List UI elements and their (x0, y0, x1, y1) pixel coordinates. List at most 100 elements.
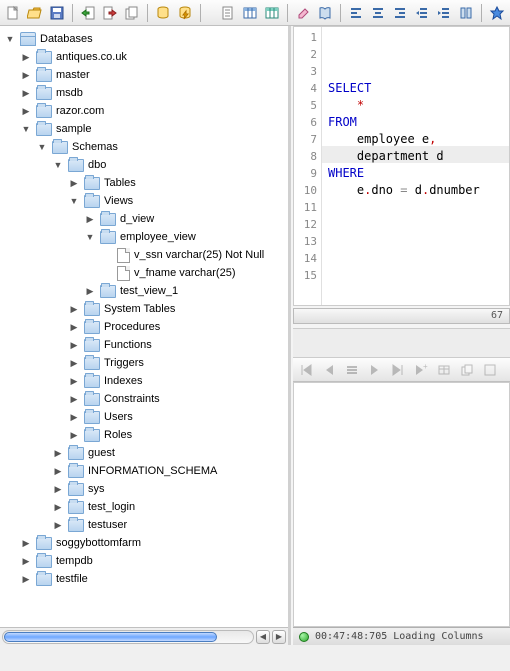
chevron-right-icon[interactable]: ▶ (20, 88, 32, 99)
editor-code-area[interactable]: SELECT *FROM employee e, department dWHE… (322, 27, 509, 305)
db-cylinder-icon[interactable] (154, 4, 172, 22)
save-icon[interactable] (48, 4, 66, 22)
chevron-down-icon[interactable]: ▼ (36, 142, 48, 152)
columns-icon[interactable] (457, 4, 475, 22)
rs-last-icon[interactable] (389, 361, 407, 379)
chevron-right-icon[interactable]: ▶ (52, 484, 64, 495)
indent-more-icon[interactable] (435, 4, 453, 22)
chevron-right-icon[interactable]: ▶ (68, 376, 80, 387)
export-icon[interactable] (101, 4, 119, 22)
tree-row[interactable]: ▶testuser (0, 516, 288, 534)
tree-row[interactable]: ▶d_view (0, 210, 288, 228)
tree-row[interactable]: ▶Tables (0, 174, 288, 192)
book-icon[interactable] (316, 4, 334, 22)
chevron-down-icon[interactable]: ▼ (52, 160, 64, 170)
new-file-icon[interactable] (4, 4, 22, 22)
table-teal-icon[interactable] (263, 4, 281, 22)
tree-row[interactable]: ▼sample (0, 120, 288, 138)
tree-row[interactable]: ▼dbo (0, 156, 288, 174)
tree-row[interactable]: ▶test_login (0, 498, 288, 516)
chevron-down-icon[interactable]: ▼ (68, 196, 80, 206)
hscroll-left-icon[interactable]: ◀ (256, 630, 270, 644)
tree-row[interactable]: ▶master (0, 66, 288, 84)
align-right-icon[interactable] (391, 4, 409, 22)
indent-less-icon[interactable] (413, 4, 431, 22)
chevron-right-icon[interactable]: ▶ (68, 304, 80, 315)
copy-stack-icon[interactable] (123, 4, 141, 22)
rs-add-icon[interactable]: + (412, 361, 430, 379)
chevron-right-icon[interactable]: ▶ (20, 106, 32, 117)
chevron-right-icon[interactable]: ▶ (68, 178, 80, 189)
rs-first-icon[interactable] (297, 361, 315, 379)
hscroll-right-icon[interactable]: ▶ (272, 630, 286, 644)
folder-icon (68, 519, 84, 532)
chevron-right-icon[interactable]: ▶ (52, 502, 64, 513)
tree-row[interactable]: ▶tempdb (0, 552, 288, 570)
rs-prev-icon[interactable] (320, 361, 338, 379)
tree-row[interactable]: ▶Functions (0, 336, 288, 354)
doc-icon[interactable] (219, 4, 237, 22)
open-folder-icon[interactable] (26, 4, 44, 22)
tree-row[interactable]: ▶v_ssn varchar(25) Not Null (0, 246, 288, 264)
tree-row[interactable]: ▶Procedures (0, 318, 288, 336)
tree-row[interactable]: ▼Schemas (0, 138, 288, 156)
eraser-icon[interactable] (294, 4, 312, 22)
chevron-right-icon[interactable]: ▶ (20, 538, 32, 549)
chevron-down-icon[interactable]: ▼ (4, 34, 16, 44)
chevron-right-icon[interactable]: ▶ (52, 448, 64, 459)
tree-row[interactable]: ▼Databases (0, 30, 288, 48)
tree-row[interactable]: ▶testfile (0, 570, 288, 588)
chevron-right-icon[interactable]: ▶ (84, 214, 96, 225)
tree-row[interactable]: ▶Triggers (0, 354, 288, 372)
tree-row[interactable]: ▶msdb (0, 84, 288, 102)
tree-row[interactable]: ▶Users (0, 408, 288, 426)
chevron-right-icon[interactable]: ▶ (52, 520, 64, 531)
rs-table-icon[interactable] (435, 361, 453, 379)
chevron-right-icon[interactable]: ▶ (84, 286, 96, 297)
tree-row[interactable]: ▶razor.com (0, 102, 288, 120)
tree-body[interactable]: ▼Databases▶antiques.co.uk▶master▶msdb▶ra… (0, 26, 288, 627)
rs-copy-icon[interactable] (458, 361, 476, 379)
rs-export-icon[interactable] (481, 361, 499, 379)
tree-row[interactable]: ▶v_fname varchar(25) (0, 264, 288, 282)
toolbar-separator (481, 4, 482, 22)
chevron-down-icon[interactable]: ▼ (20, 124, 32, 134)
tree-row[interactable]: ▶Roles (0, 426, 288, 444)
align-center-icon[interactable] (369, 4, 387, 22)
tree-horizontal-scrollbar[interactable]: ◀ ▶ (0, 627, 288, 645)
tree-row[interactable]: ▶antiques.co.uk (0, 48, 288, 66)
tree-row[interactable]: ▶INFORMATION_SCHEMA (0, 462, 288, 480)
tree-row[interactable]: ▶Constraints (0, 390, 288, 408)
chevron-right-icon[interactable]: ▶ (68, 340, 80, 351)
tree-row[interactable]: ▶Indexes (0, 372, 288, 390)
tree-row[interactable]: ▼Views (0, 192, 288, 210)
chevron-right-icon[interactable]: ▶ (52, 466, 64, 477)
db-lightning-icon[interactable] (176, 4, 194, 22)
tree-row[interactable]: ▶System Tables (0, 300, 288, 318)
tree-row[interactable]: ▼employee_view (0, 228, 288, 246)
rs-rows-icon[interactable] (343, 361, 361, 379)
import-icon[interactable] (79, 4, 97, 22)
chevron-right-icon[interactable]: ▶ (68, 430, 80, 441)
chevron-right-icon[interactable]: ▶ (68, 394, 80, 405)
sql-editor[interactable]: 123456789101112131415 SELECT *FROM emplo… (293, 26, 510, 306)
tree-row[interactable]: ▶sys (0, 480, 288, 498)
chevron-right-icon[interactable]: ▶ (20, 70, 32, 81)
chevron-right-icon[interactable]: ▶ (68, 412, 80, 423)
chevron-right-icon[interactable]: ▶ (20, 574, 32, 585)
chevron-right-icon[interactable]: ▶ (20, 556, 32, 567)
tree-row[interactable]: ▶guest (0, 444, 288, 462)
results-panel[interactable] (293, 382, 510, 627)
star-blue-icon[interactable] (488, 4, 506, 22)
tree-row[interactable]: ▶test_view_1 (0, 282, 288, 300)
chevron-right-icon[interactable]: ▶ (68, 358, 80, 369)
hscroll-thumb[interactable] (4, 632, 217, 642)
table-blue-icon[interactable] (241, 4, 259, 22)
chevron-right-icon[interactable]: ▶ (20, 52, 32, 63)
tree-row[interactable]: ▶soggybottomfarm (0, 534, 288, 552)
chevron-down-icon[interactable]: ▼ (84, 232, 96, 242)
hscroll-track[interactable] (2, 630, 254, 644)
align-left-icon[interactable] (347, 4, 365, 22)
chevron-right-icon[interactable]: ▶ (68, 322, 80, 333)
rs-next-icon[interactable] (366, 361, 384, 379)
